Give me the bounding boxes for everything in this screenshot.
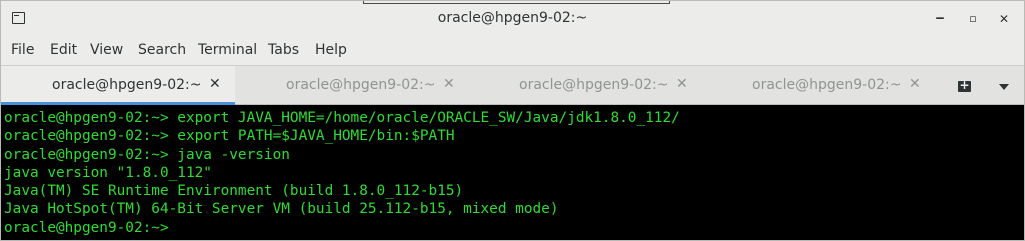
chevron-down-icon[interactable] bbox=[999, 84, 1009, 90]
menu-edit[interactable]: Edit bbox=[50, 42, 77, 58]
terminal-line: java version "1.8.0_112" bbox=[4, 164, 212, 181]
minimize-icon[interactable]: ‒ bbox=[932, 11, 948, 27]
scrollbar[interactable] bbox=[1020, 105, 1024, 240]
title-bar[interactable]: oracle@hpgen9-02:~ ‒ ▫ ✕ bbox=[1, 1, 1024, 37]
menu-help[interactable]: Help bbox=[315, 42, 347, 58]
menu-file[interactable]: File bbox=[11, 42, 34, 58]
tab-3[interactable]: oracle@hpgen9-02:~ ✕ bbox=[468, 66, 701, 104]
close-icon[interactable]: ✕ bbox=[996, 11, 1012, 27]
close-icon[interactable]: ✕ bbox=[676, 76, 688, 92]
close-icon[interactable]: ✕ bbox=[209, 76, 221, 92]
tab-4[interactable]: oracle@hpgen9-02:~ ✕ bbox=[701, 66, 934, 104]
tab-bar: oracle@hpgen9-02:~ ✕ oracle@hpgen9-02:~ … bbox=[1, 65, 1024, 105]
terminal-line: oracle@hpgen9-02:~> java -version bbox=[4, 146, 290, 163]
terminal-line: oracle@hpgen9-02:~> export JAVA_HOME=/ho… bbox=[4, 110, 680, 126]
terminal-prompt: oracle@hpgen9-02:~> bbox=[4, 219, 169, 236]
tab-label: oracle@hpgen9-02:~ bbox=[752, 77, 902, 93]
tab-2[interactable]: oracle@hpgen9-02:~ ✕ bbox=[235, 66, 468, 104]
menu-search[interactable]: Search bbox=[138, 42, 186, 58]
menu-tabs[interactable]: Tabs bbox=[268, 42, 299, 58]
window-title: oracle@hpgen9-02:~ bbox=[437, 10, 588, 26]
new-tab-icon[interactable] bbox=[958, 78, 971, 92]
menu-terminal[interactable]: Terminal bbox=[198, 42, 257, 58]
maximize-icon[interactable]: ▫ bbox=[965, 11, 981, 27]
terminal-line: oracle@hpgen9-02:~> export PATH=$JAVA_HO… bbox=[4, 128, 455, 145]
close-icon[interactable]: ✕ bbox=[909, 76, 921, 92]
terminal-prompt-line: oracle@hpgen9-02:~> bbox=[4, 219, 1024, 237]
title-bar-notch bbox=[363, 1, 670, 4]
terminal-window: oracle@hpgen9-02:~ ‒ ▫ ✕ File Edit View … bbox=[0, 0, 1025, 241]
tab-1[interactable]: oracle@hpgen9-02:~ ✕ bbox=[1, 66, 235, 105]
menu-view[interactable]: View bbox=[90, 42, 123, 58]
tab-label: oracle@hpgen9-02:~ bbox=[519, 77, 669, 93]
terminal-line: Java(TM) SE Runtime Environment (build 1… bbox=[4, 183, 464, 200]
terminal-output[interactable]: oracle@hpgen9-02:~> export JAVA_HOME=/ho… bbox=[1, 105, 1024, 240]
close-icon[interactable]: ✕ bbox=[443, 76, 455, 92]
terminal-cursor bbox=[169, 219, 177, 234]
terminal-line: Java HotSpot(TM) 64-Bit Server VM (build… bbox=[4, 201, 559, 218]
menu-bar: File Edit View Search Terminal Tabs Help bbox=[1, 39, 1024, 65]
tab-label: oracle@hpgen9-02:~ bbox=[286, 77, 436, 93]
tab-label: oracle@hpgen9-02:~ bbox=[52, 77, 202, 93]
